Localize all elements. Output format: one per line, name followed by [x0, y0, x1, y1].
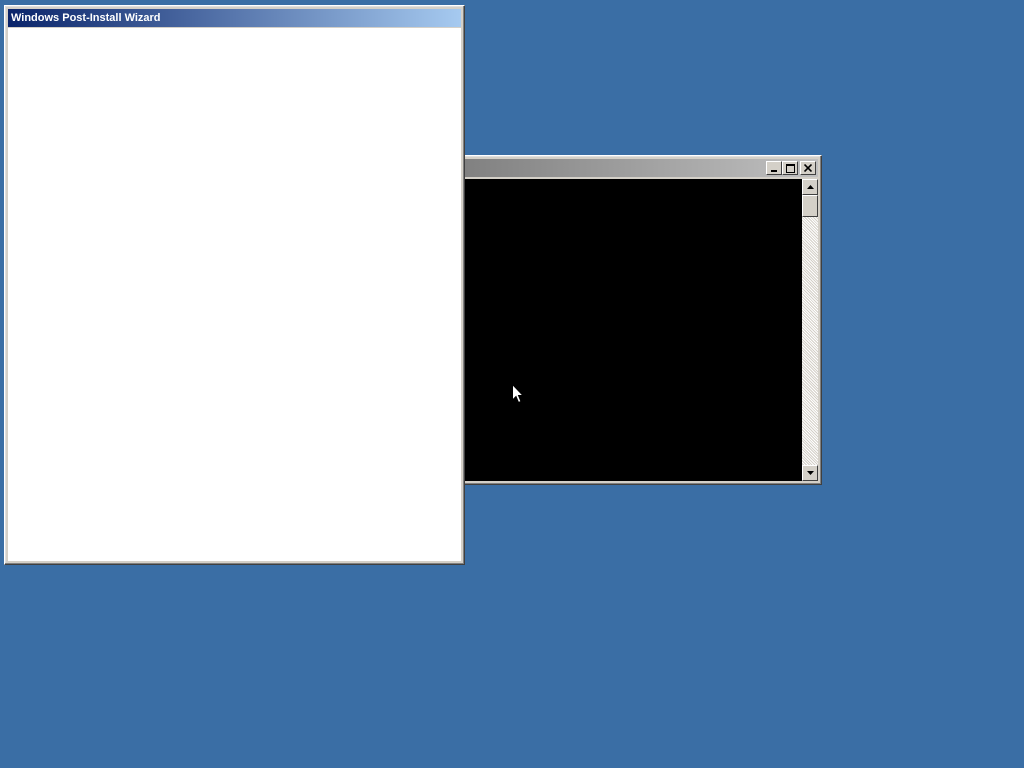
close-icon [804, 164, 812, 172]
wizard-title: Windows Post-Install Wizard [11, 12, 161, 24]
maximize-button[interactable] [782, 161, 798, 175]
scrollbar-thumb[interactable] [802, 195, 818, 217]
wizard-content-area [8, 28, 461, 561]
vertical-scrollbar[interactable] [802, 179, 818, 481]
console-window[interactable] [456, 155, 822, 485]
console-titlebar[interactable] [460, 159, 818, 177]
console-title-buttons [766, 161, 816, 175]
arrow-down-icon [806, 471, 814, 475]
minimize-button[interactable] [766, 161, 782, 175]
wizard-window[interactable]: Windows Post-Install Wizard [4, 5, 465, 565]
scroll-up-button[interactable] [802, 179, 818, 195]
close-button[interactable] [800, 161, 816, 175]
arrow-up-icon [806, 185, 814, 189]
maximize-icon [785, 163, 795, 173]
scroll-down-button[interactable] [802, 465, 818, 481]
wizard-titlebar[interactable]: Windows Post-Install Wizard [8, 9, 461, 27]
arrow-pointer-icon [512, 384, 524, 404]
minimize-icon [771, 170, 777, 172]
console-output-area[interactable] [460, 179, 802, 481]
